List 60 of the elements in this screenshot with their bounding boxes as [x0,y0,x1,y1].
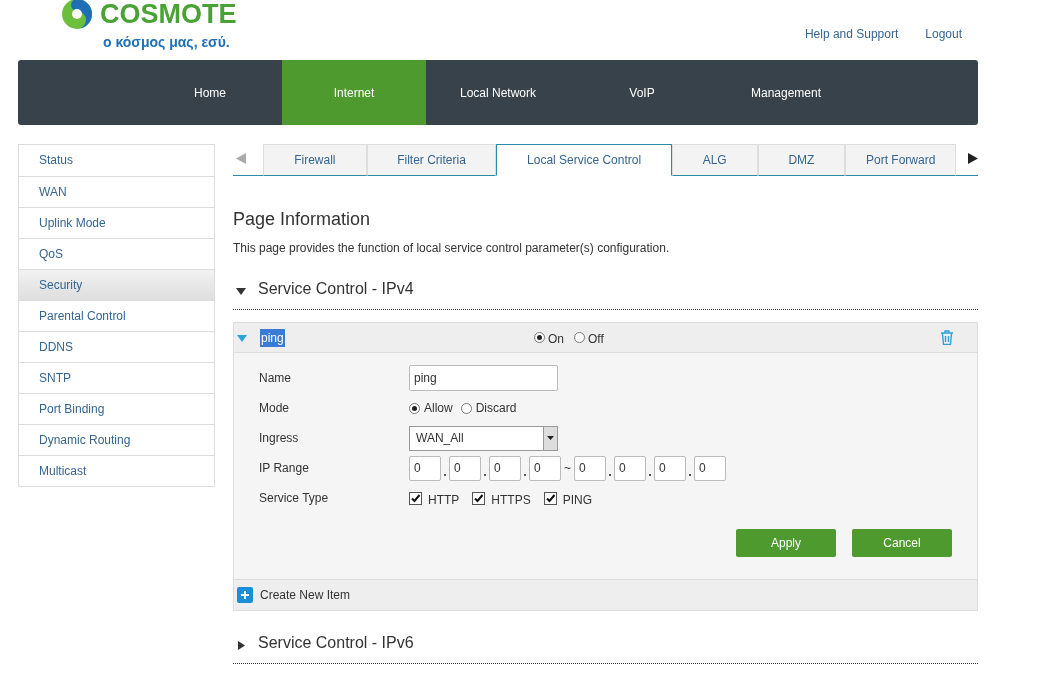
nav-tab[interactable]: Local Network [426,60,570,125]
logo-wordmark: COSMOTE [100,0,237,28]
field-label: Ingress [259,430,300,447]
nav-tab[interactable]: Management [714,60,858,125]
radio-label: Allow [424,400,453,417]
create-item-label: Create New Item [260,587,351,604]
ip-octet-field[interactable]: 0 [614,455,646,481]
section-toggle-icon[interactable] [236,285,246,296]
tab[interactable]: Port Forward [845,144,956,176]
logo-tagline: ο κόσμος μας, εσύ. [103,33,231,52]
checkbox[interactable] [472,491,486,505]
plus-icon [237,587,253,603]
sidebar-item[interactable]: Security [19,269,214,300]
field-label: IP Range [259,460,310,477]
header-link[interactable]: Help and Support [804,25,899,43]
header-link[interactable]: Logout [925,25,962,43]
ingress-dropdown[interactable]: WAN_All [409,425,558,451]
tab[interactable]: DMZ [757,144,846,176]
item-name[interactable]: ping [260,328,285,347]
ip-octet-field[interactable]: 0 [529,455,561,481]
tab[interactable]: Filter Criteria [366,144,497,176]
radio-label: Off [588,331,604,348]
ip-octet-field[interactable]: 0 [489,455,521,481]
ip-octet-field[interactable]: 0 [654,455,686,481]
tab[interactable]: Local Service Control [496,144,672,176]
ip-octet-field[interactable]: 0 [409,455,441,481]
checkbox-label: PING [562,491,593,509]
field-label: Mode [259,400,291,417]
section-title: Service Control - IPv6 [258,633,414,653]
page-title: Page Information [233,208,372,231]
page-description: This page provides the function of local service control parameter(s) configuration. [233,240,671,257]
scroll-right-icon[interactable] [968,153,978,164]
ip-octet-field[interactable]: 0 [449,455,481,481]
dropdown-caret-icon [547,436,554,440]
nav-tab[interactable]: Internet [282,60,426,125]
ip-octet-field[interactable]: 0 [694,455,726,481]
radio-button[interactable] [460,402,472,414]
section-toggle-icon[interactable] [236,639,246,650]
checkbox[interactable] [543,491,557,505]
radio-button[interactable] [574,332,585,343]
tab[interactable]: ALG [671,144,758,176]
ip-octet-field[interactable]: 0 [574,455,606,481]
field-label: Name [259,370,292,387]
checkbox-label: HTTPS [491,491,531,509]
apply-button[interactable]: Apply [736,529,836,557]
field-label: Service Type [259,490,330,507]
section-title: Service Control - IPv4 [258,279,414,299]
checkbox[interactable] [409,491,422,505]
radio-label: On [548,331,564,348]
cancel-button[interactable]: Cancel [852,529,952,557]
checkbox-label: HTTP [428,491,460,509]
tab[interactable]: Firewall [262,144,367,176]
nav-tab[interactable]: VoIP [570,60,714,125]
name-input-field[interactable]: ping [409,365,558,391]
range-separator: ~ [564,460,571,477]
radio-button[interactable] [534,332,545,343]
radio-label: Discard [475,400,517,417]
radio-button[interactable] [409,402,420,414]
create-item-row[interactable]: Create New Item [233,580,978,611]
nav-tab[interactable]: Home [138,60,282,125]
